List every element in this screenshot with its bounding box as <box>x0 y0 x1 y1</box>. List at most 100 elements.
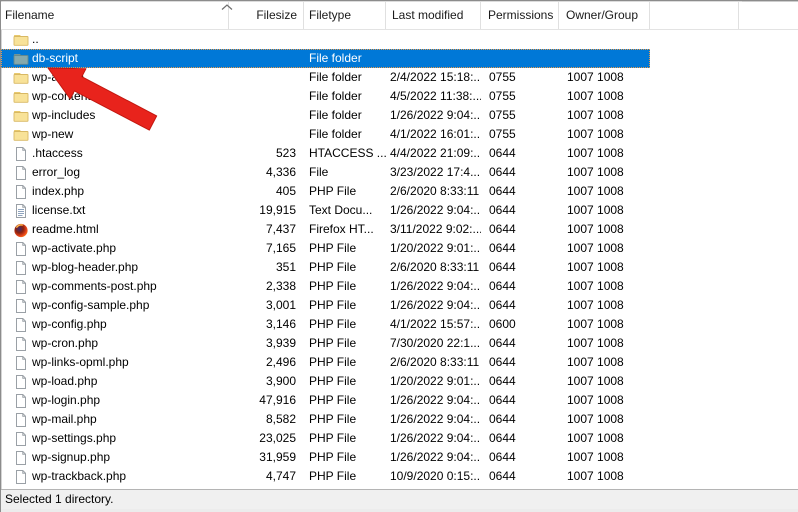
filename-label: wp-mail.php <box>32 412 97 426</box>
folder-icon <box>13 70 29 86</box>
last-modified-value: 2/6/2020 8:33:11 <box>390 260 480 274</box>
owner-group-value: 1007 1008 <box>567 184 624 198</box>
permissions-value: 0755 <box>489 108 516 122</box>
last-modified-value: 1/26/2022 9:04:... <box>390 298 481 312</box>
file-row[interactable]: wp-load.php 3,900 PHP File 1/20/2022 9:0… <box>1 372 650 391</box>
filename-cell: error_log <box>1 163 229 182</box>
filetype-value: PHP File <box>309 298 357 312</box>
filename-label: wp-signup.php <box>32 450 111 464</box>
file-row[interactable]: wp-new File folder 4/1/2022 16:01:... 07… <box>1 125 650 144</box>
filename-cell: license.txt <box>1 201 229 220</box>
filename-label: wp-new <box>32 127 74 141</box>
filesize-value: 2,496 <box>265 355 296 369</box>
filename-label: wp-load.php <box>32 374 98 388</box>
filesize-value <box>229 68 304 87</box>
file-row[interactable]: license.txt 19,915 Text Docu... 1/26/202… <box>1 201 650 220</box>
filename-label: wp-content <box>32 89 91 103</box>
file-row[interactable]: wp-activate.php 7,165 PHP File 1/20/2022… <box>1 239 650 258</box>
owner-group-value: 1007 1008 <box>567 412 624 426</box>
last-modified-value: 1/20/2022 9:01:... <box>390 374 481 388</box>
file-row[interactable]: error_log 4,336 File 3/23/2022 17:4... 0… <box>1 163 650 182</box>
filename-cell: .. <box>1 30 229 49</box>
filesize-value <box>229 49 304 68</box>
generic-file-icon <box>13 298 29 314</box>
filesize-value: 405 <box>275 184 296 198</box>
folder-icon <box>13 127 29 143</box>
filesize-value: 8,582 <box>265 412 296 426</box>
owner-group-value: 1007 1008 <box>567 222 624 236</box>
column-header-filetype[interactable]: Filetype <box>304 2 386 29</box>
file-row[interactable]: .. <box>1 30 650 49</box>
file-row[interactable]: wp-comments-post.php 2,338 PHP File 1/26… <box>1 277 650 296</box>
file-row[interactable]: wp-settings.php 23,025 PHP File 1/26/202… <box>1 429 650 448</box>
filename-label: index.php <box>32 184 85 198</box>
column-headers: Filename Filesize Filetype Last modified… <box>1 2 798 30</box>
file-row[interactable]: wp-signup.php 31,959 PHP File 1/26/2022 … <box>1 448 650 467</box>
file-row[interactable]: db-script File folder <box>1 49 650 68</box>
permissions-value <box>481 30 559 49</box>
filesize-value: 31,959 <box>259 450 296 464</box>
file-row[interactable]: wp-blog-header.php 351 PHP File 2/6/2020… <box>1 258 650 277</box>
filesize-value: 3,939 <box>265 336 296 350</box>
folder-icon <box>13 51 29 67</box>
owner-group-value: 1007 1008 <box>567 374 624 388</box>
filename-label: wp-admin <box>32 70 85 84</box>
column-header-label: Owner/Group <box>566 8 639 22</box>
owner-group-value: 1007 1008 <box>567 469 624 483</box>
file-row[interactable]: wp-content File folder 4/5/2022 11:38:..… <box>1 87 650 106</box>
file-row[interactable]: wp-mail.php 8,582 PHP File 1/26/2022 9:0… <box>1 410 650 429</box>
column-header-filename[interactable]: Filename <box>1 2 229 29</box>
permissions-value: 0644 <box>489 336 516 350</box>
filesize-value: 4,747 <box>265 469 296 483</box>
column-header-label: Permissions <box>488 8 554 22</box>
filesize-value <box>229 87 304 106</box>
generic-file-icon <box>13 317 29 333</box>
filename-label: wp-comments-post.php <box>32 279 157 293</box>
owner-group-value: 1007 1008 <box>567 108 624 122</box>
file-row[interactable]: wp-login.php 47,916 PHP File 1/26/2022 9… <box>1 391 650 410</box>
filetype-value: File folder <box>309 127 362 141</box>
filename-label: readme.html <box>32 222 99 236</box>
filename-label: wp-activate.php <box>32 241 117 255</box>
permissions-value: 0644 <box>489 279 516 293</box>
file-row[interactable]: wp-trackback.php 4,747 PHP File 10/9/202… <box>1 467 650 486</box>
owner-group-value: 1007 1008 <box>567 431 624 445</box>
permissions-value: 0600 <box>489 317 516 331</box>
filetype-value <box>304 30 386 49</box>
folder-icon <box>13 108 29 124</box>
filetype-value: PHP File <box>309 393 357 407</box>
owner-group-value: 1007 1008 <box>567 165 624 179</box>
filename-label: wp-cron.php <box>32 336 99 350</box>
column-header-filesize[interactable]: Filesize <box>229 2 304 29</box>
filetype-value: Text Docu... <box>309 203 373 217</box>
file-row[interactable]: readme.html 7,437 Firefox HT... 3/11/202… <box>1 220 650 239</box>
last-modified-value: 10/9/2020 0:15:... <box>390 469 481 483</box>
filetype-value: HTACCESS ... <box>309 146 386 160</box>
filename-cell: wp-cron.php <box>1 334 229 353</box>
file-row[interactable]: wp-links-opml.php 2,496 PHP File 2/6/202… <box>1 353 650 372</box>
file-row[interactable]: wp-includes File folder 1/26/2022 9:04:.… <box>1 106 650 125</box>
filesize-value: 7,437 <box>265 222 296 236</box>
filesize-value: 4,336 <box>265 165 296 179</box>
filename-cell: db-script <box>1 49 229 68</box>
file-row[interactable]: wp-config.php 3,146 PHP File 4/1/2022 15… <box>1 315 650 334</box>
file-row[interactable]: wp-admin File folder 2/4/2022 15:18:... … <box>1 68 650 87</box>
firefox-html-icon <box>13 222 29 238</box>
last-modified-value: 3/11/2022 9:02:... <box>390 222 481 236</box>
file-row[interactable]: .htaccess 523 HTACCESS ... 4/4/2022 21:0… <box>1 144 650 163</box>
file-row[interactable]: index.php 405 PHP File 2/6/2020 8:33:11 … <box>1 182 650 201</box>
file-row[interactable]: wp-config-sample.php 3,001 PHP File 1/26… <box>1 296 650 315</box>
filesize-value: 2,338 <box>265 279 296 293</box>
column-header-last-modified[interactable]: Last modified <box>386 2 481 29</box>
owner-group-value: 1007 1008 <box>567 298 624 312</box>
filetype-value: PHP File <box>309 355 357 369</box>
owner-group-value: 1007 1008 <box>567 260 624 274</box>
filesize-value: 7,165 <box>265 241 296 255</box>
column-header-permissions[interactable]: Permissions <box>481 2 559 29</box>
filename-cell: wp-links-opml.php <box>1 353 229 372</box>
filetype-value: File folder <box>309 70 362 84</box>
filesize-value: 351 <box>275 260 296 274</box>
column-header-owner-group[interactable]: Owner/Group <box>559 2 650 29</box>
filesize-value <box>229 30 304 49</box>
file-row[interactable]: wp-cron.php 3,939 PHP File 7/30/2020 22:… <box>1 334 650 353</box>
